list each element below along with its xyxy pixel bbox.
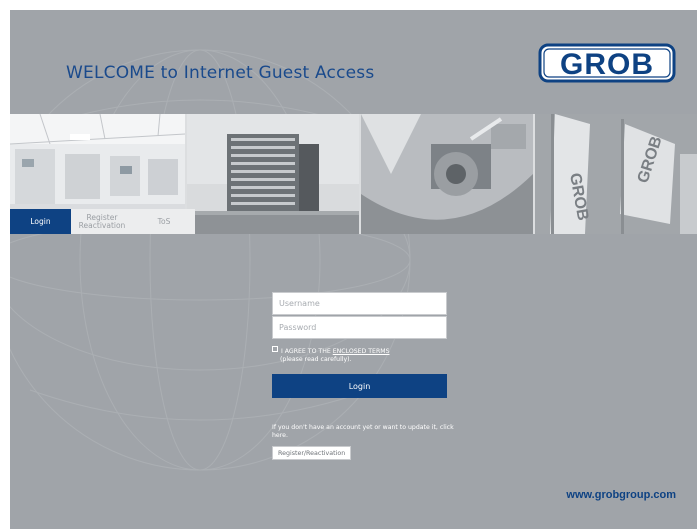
- login-form: I AGREE TO THE ENCLOSED TERMS (please re…: [272, 292, 447, 398]
- agree-note: (please read carefully).: [280, 355, 352, 363]
- agree-prefix: I AGREE TO THE: [281, 348, 331, 355]
- tab-tos[interactable]: ToS: [133, 209, 195, 234]
- tab-login[interactable]: Login: [10, 209, 71, 234]
- grob-logo: GROB: [538, 43, 676, 83]
- tab-bar: Login Register Reactivation ToS: [10, 209, 195, 234]
- svg-text:GROB: GROB: [560, 48, 654, 81]
- register-info-text: If you don't have an account yet or want…: [272, 424, 454, 439]
- register-reactivation-button[interactable]: Register/Reactivation: [272, 446, 352, 460]
- website-link[interactable]: www.grobgroup.com: [566, 489, 676, 501]
- enclosed-terms-link[interactable]: ENCLOSED TERMS: [333, 348, 390, 355]
- terms-agreement: I AGREE TO THE ENCLOSED TERMS (please re…: [272, 346, 447, 363]
- login-button[interactable]: Login: [272, 374, 447, 398]
- portal-frame: WELCOME to Internet Guest Access GROB GR…: [10, 10, 697, 529]
- username-input[interactable]: [272, 292, 447, 315]
- header: WELCOME to Internet Guest Access GROB: [10, 10, 697, 110]
- machining-image: [361, 114, 533, 234]
- password-input[interactable]: [272, 316, 447, 339]
- office-building-image: [187, 114, 359, 234]
- tab-register-reactivation[interactable]: Register Reactivation: [71, 209, 133, 234]
- welcome-title: WELCOME to Internet Guest Access: [66, 63, 375, 83]
- tab-register-label: Register Reactivation: [78, 212, 126, 230]
- flags-image: GROB GROB: [535, 114, 697, 234]
- checkbox-icon[interactable]: [272, 346, 278, 352]
